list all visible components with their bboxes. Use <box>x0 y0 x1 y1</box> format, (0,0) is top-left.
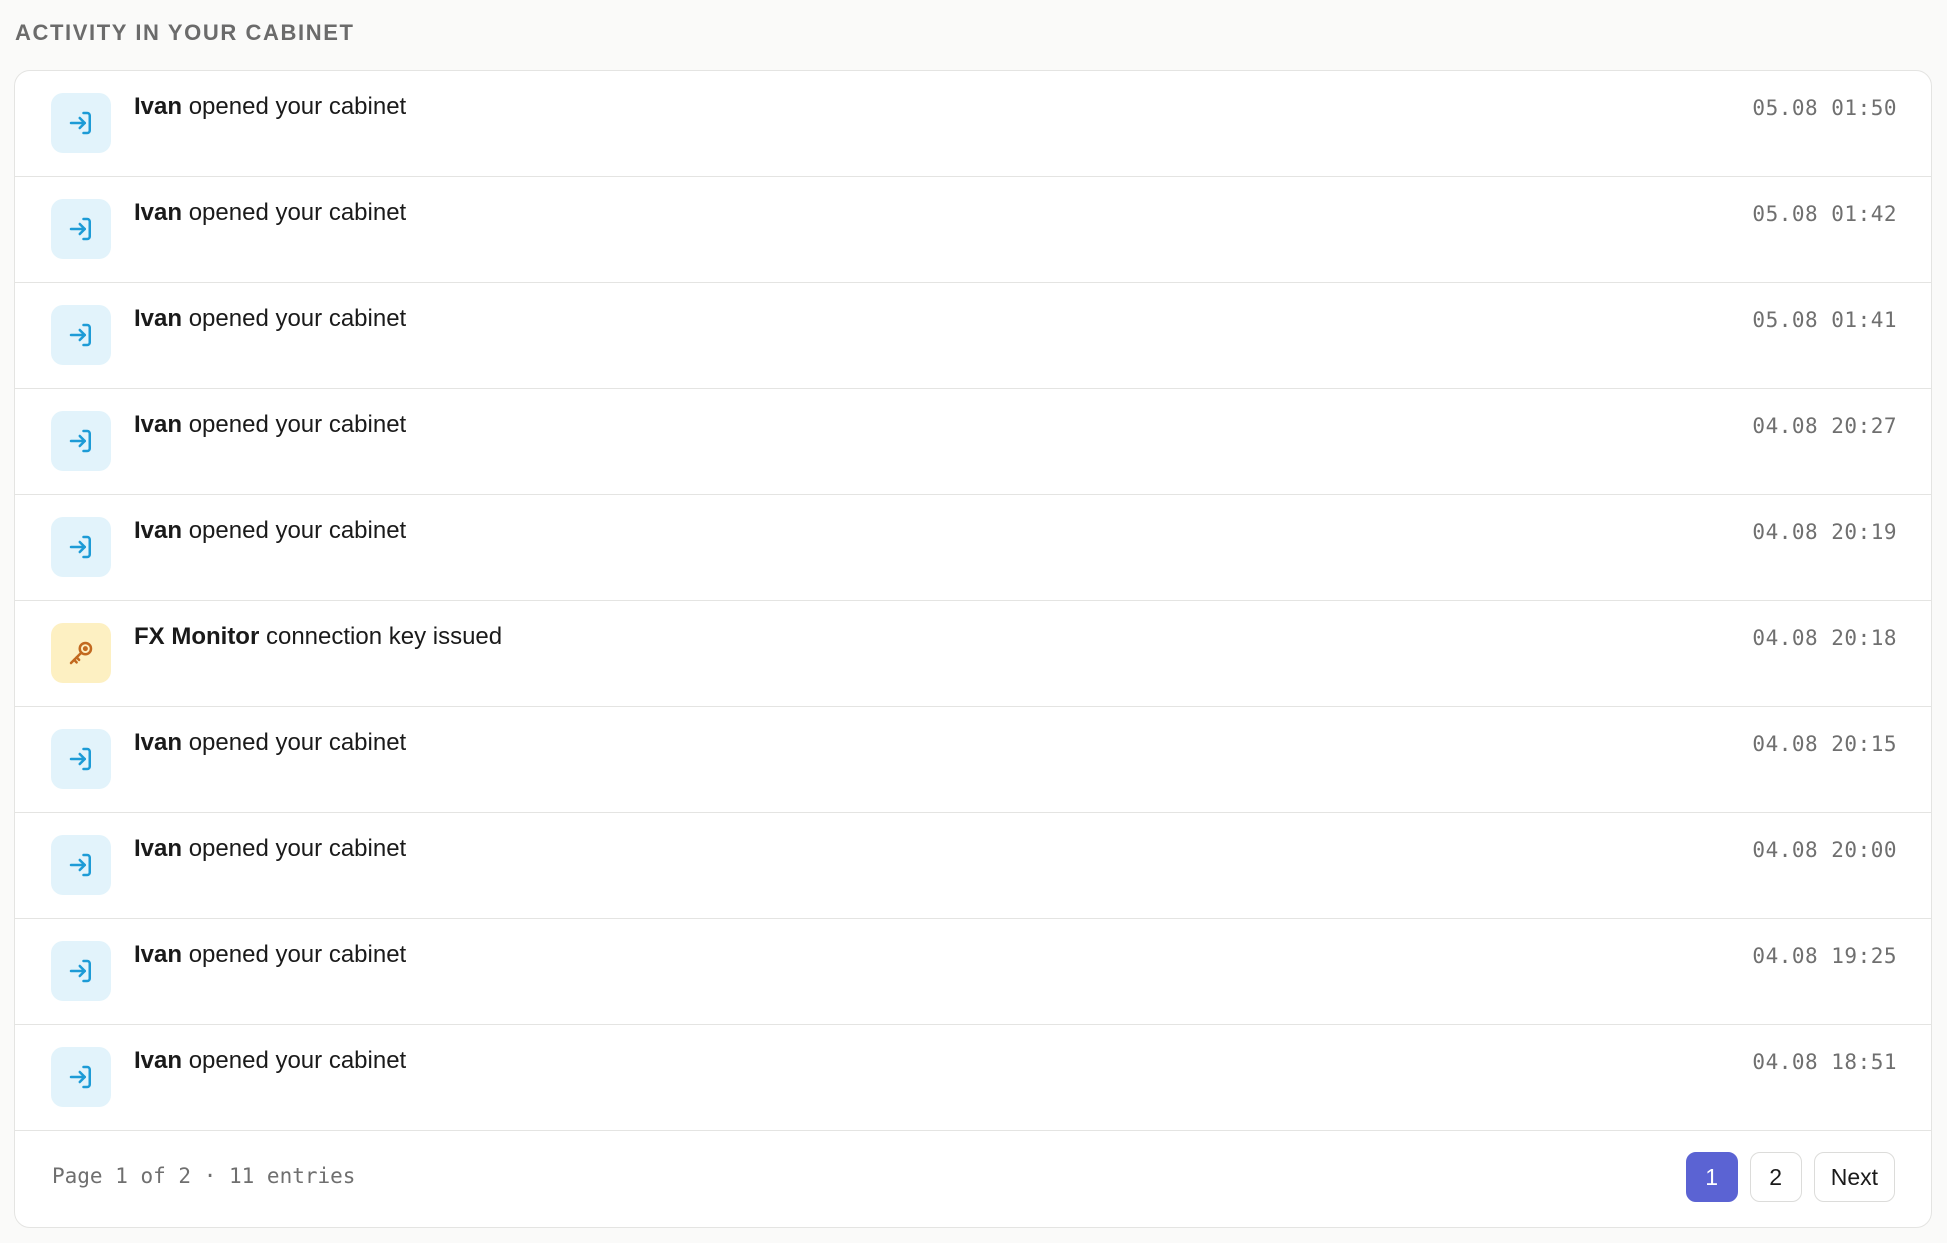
activity-timestamp: 04.08 20:00 <box>1752 838 1897 862</box>
activity-row: FX Monitor connection key issued 04.08 20… <box>15 601 1931 707</box>
login-icon <box>51 199 111 259</box>
activity-action: opened your cabinet <box>188 411 407 438</box>
activity-row: Ivan opened your cabinet 05.08 01:41 <box>15 283 1931 389</box>
section-title: ACTIVITY IN YOUR CABINET <box>15 20 355 45</box>
activity-text: Ivan opened your cabinet <box>134 835 406 863</box>
activity-text: Ivan opened your cabinet <box>134 517 406 545</box>
activity-text: Ivan opened your cabinet <box>134 93 406 121</box>
activity-row: Ivan opened your cabinet 04.08 20:15 <box>15 707 1931 813</box>
activity-list: Ivan opened your cabinet 05.08 01:50 Ivan … <box>15 71 1931 1131</box>
activity-action: opened your cabinet <box>188 305 407 332</box>
activity-text: FX Monitor connection key issued <box>134 623 502 651</box>
page-button-1[interactable]: 1 <box>1685 1152 1738 1202</box>
activity-actor: Ivan <box>134 305 183 332</box>
activity-text: Ivan opened your cabinet <box>134 411 406 439</box>
login-icon <box>51 835 111 895</box>
login-icon <box>51 729 111 789</box>
activity-timestamp: 04.08 20:18 <box>1752 626 1897 650</box>
activity-timestamp: 04.08 19:25 <box>1752 944 1897 968</box>
activity-row: Ivan opened your cabinet 04.08 20:27 <box>15 389 1931 495</box>
activity-action: opened your cabinet <box>188 729 407 756</box>
pagination-footer: Page 1 of 2 · 11 entries 1 2 Next <box>15 1129 1931 1227</box>
activity-timestamp: 04.08 18:51 <box>1752 1050 1897 1074</box>
activity-actor: Ivan <box>134 411 183 438</box>
activity-actor: Ivan <box>134 729 183 756</box>
activity-row: Ivan opened your cabinet 04.08 18:51 <box>15 1025 1931 1131</box>
activity-actor: Ivan <box>134 1047 183 1074</box>
activity-timestamp: 05.08 01:50 <box>1752 96 1897 120</box>
activity-row: Ivan opened your cabinet 05.08 01:50 <box>15 71 1931 177</box>
activity-actor: Ivan <box>134 835 183 862</box>
activity-timestamp: 04.08 20:19 <box>1752 520 1897 544</box>
activity-action: opened your cabinet <box>188 941 407 968</box>
activity-text: Ivan opened your cabinet <box>134 729 406 757</box>
activity-actor: Ivan <box>134 93 183 120</box>
activity-text: Ivan opened your cabinet <box>134 305 406 333</box>
activity-action: opened your cabinet <box>188 517 407 544</box>
activity-timestamp: 04.08 20:15 <box>1752 732 1897 756</box>
activity-row: Ivan opened your cabinet 04.08 19:25 <box>15 919 1931 1025</box>
login-icon <box>51 93 111 153</box>
activity-card: Ivan opened your cabinet 05.08 01:50 Ivan … <box>14 70 1932 1228</box>
activity-actor: Ivan <box>134 941 183 968</box>
login-icon <box>51 411 111 471</box>
page-button-2[interactable]: 2 <box>1749 1152 1802 1202</box>
activity-action: opened your cabinet <box>188 93 407 120</box>
login-icon <box>51 517 111 577</box>
activity-actor: FX Monitor <box>134 623 260 650</box>
activity-text: Ivan opened your cabinet <box>134 199 406 227</box>
activity-action: opened your cabinet <box>188 1047 407 1074</box>
activity-row: Ivan opened your cabinet 05.08 01:42 <box>15 177 1931 283</box>
activity-timestamp: 05.08 01:41 <box>1752 308 1897 332</box>
activity-timestamp: 05.08 01:42 <box>1752 202 1897 226</box>
activity-action: opened your cabinet <box>188 835 407 862</box>
key-icon <box>51 623 111 683</box>
login-icon <box>51 305 111 365</box>
activity-timestamp: 04.08 20:27 <box>1752 414 1897 438</box>
activity-action: opened your cabinet <box>188 199 407 226</box>
next-page-button[interactable]: Next <box>1813 1152 1895 1202</box>
activity-actor: Ivan <box>134 517 183 544</box>
activity-text: Ivan opened your cabinet <box>134 941 406 969</box>
activity-action: connection key issued <box>265 623 503 650</box>
page-info: Page 1 of 2 · 11 entries <box>52 1164 356 1188</box>
activity-row: Ivan opened your cabinet 04.08 20:19 <box>15 495 1931 601</box>
activity-row: Ivan opened your cabinet 04.08 20:00 <box>15 813 1931 919</box>
pager: 1 2 Next <box>1685 1152 1895 1202</box>
login-icon <box>51 1047 111 1107</box>
activity-text: Ivan opened your cabinet <box>134 1047 406 1075</box>
login-icon <box>51 941 111 1001</box>
activity-actor: Ivan <box>134 199 183 226</box>
